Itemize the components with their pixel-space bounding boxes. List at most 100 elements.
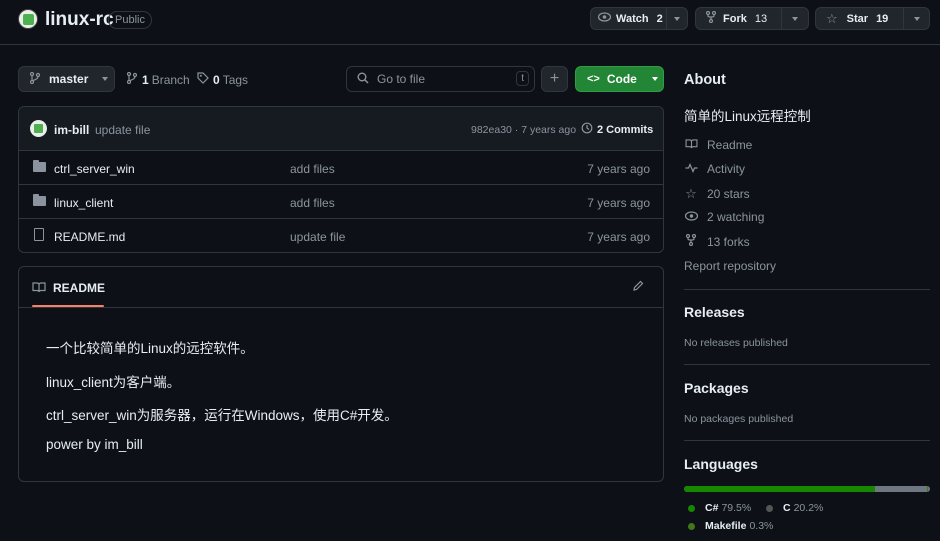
chevron-down-icon[interactable] <box>792 17 798 21</box>
avatar[interactable] <box>30 120 47 137</box>
fork-icon <box>684 233 698 249</box>
file-commit-message[interactable]: add files <box>290 162 335 176</box>
language-percent: 20.2% <box>793 502 824 514</box>
watch-count: 2 <box>656 12 663 25</box>
file-name[interactable]: README.md <box>54 230 125 244</box>
language-name: C <box>783 502 791 514</box>
report-label: Report repository <box>684 259 777 273</box>
repo-header: linux-rc Public Watch 2 Fork 13 ☆ Star 1… <box>0 0 940 45</box>
language-name: C# <box>705 502 719 514</box>
book-icon <box>684 138 698 152</box>
watch-button[interactable]: Watch 2 <box>590 7 688 30</box>
language-percent: 79.5% <box>721 502 752 514</box>
tags-label: Tags <box>222 72 249 87</box>
add-file-button[interactable]: + <box>541 66 568 92</box>
language-bar-segment <box>927 486 929 492</box>
releases-heading[interactable]: Releases <box>684 304 745 320</box>
chevron-down-icon[interactable] <box>674 17 680 21</box>
code-button[interactable]: <> Code <box>575 66 664 92</box>
forks-label: 13 forks <box>707 234 750 249</box>
file-row[interactable]: README.md update file 7 years ago <box>19 219 663 252</box>
language-bar-segment <box>876 486 926 492</box>
commits-count: 2 <box>597 123 604 136</box>
branch-name: master <box>49 72 89 86</box>
readme-title[interactable]: README <box>53 281 105 295</box>
language-bar <box>684 486 930 492</box>
activity-link[interactable]: Activity <box>684 162 745 176</box>
file-time: 7 years ago <box>587 230 650 244</box>
language-item-csharp[interactable]: C# 79.5% <box>688 502 751 514</box>
tags-link[interactable]: 0 Tags <box>197 72 248 87</box>
language-dot <box>766 504 773 512</box>
file-time: 7 years ago <box>587 196 650 210</box>
file-browser: im-bill update file 982ea30 · 7 years ag… <box>18 106 664 253</box>
commits-label: Commits <box>606 123 654 136</box>
tags-count: 0 <box>213 72 220 87</box>
watch-label: Watch <box>616 12 649 25</box>
go-to-file-input[interactable]: Go to file t <box>346 66 535 92</box>
report-repository-link[interactable]: Report repository <box>684 259 776 273</box>
branch-selector[interactable]: master <box>18 66 115 92</box>
repo-description: 简单的Linux远程控制 <box>684 109 811 124</box>
divider <box>684 440 930 441</box>
readme-link[interactable]: Readme <box>684 138 752 152</box>
star-label: Star <box>846 12 869 25</box>
repo-name[interactable]: linux-rc <box>45 9 114 31</box>
forks-link[interactable]: 13 forks <box>684 233 750 249</box>
star-button[interactable]: ☆ Star 19 <box>815 7 930 30</box>
divider <box>684 364 930 365</box>
fork-label: Fork <box>723 12 747 25</box>
star-icon: ☆ <box>685 186 697 201</box>
readme-line: power by im_bill <box>46 437 143 452</box>
file-row[interactable]: ctrl_server_win add files 7 years ago <box>19 151 663 185</box>
language-dot <box>688 522 695 530</box>
folder-icon <box>33 160 46 172</box>
watching-link[interactable]: 2 watching <box>684 210 764 224</box>
fork-button[interactable]: Fork 13 <box>695 7 809 30</box>
pencil-icon[interactable] <box>632 280 644 295</box>
file-commit-message[interactable]: update file <box>290 230 345 244</box>
file-name[interactable]: ctrl_server_win <box>54 162 135 176</box>
languages-heading: Languages <box>684 456 758 472</box>
stars-label: 20 stars <box>707 187 750 201</box>
packages-heading[interactable]: Packages <box>684 380 749 396</box>
commit-author[interactable]: im-bill <box>54 123 89 137</box>
language-item-c[interactable]: C 20.2% <box>766 502 823 514</box>
commit-message[interactable]: update file <box>95 123 150 137</box>
book-icon <box>32 281 46 296</box>
divider <box>684 289 930 290</box>
owner-avatar[interactable] <box>18 9 38 29</box>
language-name: Makefile <box>705 520 747 532</box>
releases-text: No releases published <box>684 337 788 349</box>
stars-link[interactable]: ☆ 20 stars <box>684 186 750 202</box>
branches-label: Branch <box>151 72 190 87</box>
branches-link[interactable]: 1 Branch <box>126 71 190 87</box>
branch-icon <box>29 71 41 87</box>
activity-label: Activity <box>707 162 746 176</box>
fork-count: 13 <box>754 12 768 25</box>
readme-line: linux_client为客户端。 <box>46 375 181 390</box>
packages-text: No packages published <box>684 413 794 425</box>
file-time: 7 years ago <box>587 162 650 176</box>
about-heading: About <box>684 72 726 88</box>
star-icon: ☆ <box>826 10 838 26</box>
file-icon <box>34 228 44 241</box>
visibility-badge: Public <box>108 11 152 29</box>
language-item-makefile[interactable]: Makefile 0.3% <box>688 520 773 532</box>
file-name[interactable]: linux_client <box>54 196 113 210</box>
commit-hash-time[interactable]: 982ea30 · 7 years ago <box>471 124 576 136</box>
shortcut-key: t <box>516 71 529 86</box>
commits-link[interactable]: 2 Commits <box>581 122 653 137</box>
star-count: 19 <box>876 12 889 25</box>
search-icon <box>357 72 369 87</box>
code-icon: <> <box>587 73 600 85</box>
active-tab-indicator <box>32 305 104 307</box>
pulse-icon <box>684 162 698 176</box>
language-bar-segment <box>684 486 875 492</box>
chevron-down-icon[interactable] <box>914 17 920 21</box>
language-percent: 0.3% <box>749 520 774 532</box>
file-commit-message[interactable]: add files <box>290 196 335 210</box>
readme-panel: README 一个比较简单的Linux的远控软件。 linux_client为客… <box>18 266 664 482</box>
latest-commit-bar: im-bill update file 982ea30 · 7 years ag… <box>19 107 663 151</box>
file-row[interactable]: linux_client add files 7 years ago <box>19 185 663 219</box>
